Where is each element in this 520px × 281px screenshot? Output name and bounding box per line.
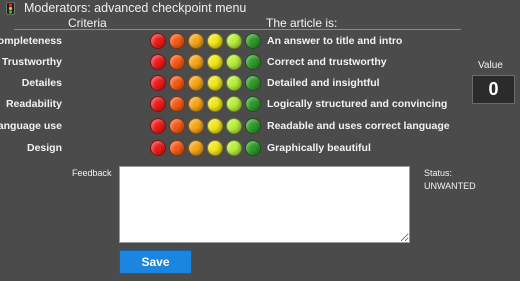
- rating-dot-5[interactable]: [226, 33, 242, 49]
- criteria-label: Completeness: [0, 35, 62, 47]
- rating-dot-2[interactable]: [169, 75, 185, 91]
- rating-scale: [150, 75, 262, 93]
- criteria-label: Design: [26, 142, 62, 154]
- rating-dot-4[interactable]: [207, 96, 223, 112]
- rating-scale: [150, 54, 262, 72]
- rating-dot-4[interactable]: [207, 75, 223, 91]
- value-label: Value: [478, 60, 503, 71]
- criteria-description: Correct and trustworthy: [267, 56, 387, 68]
- criteria-description: Logically structured and convincing: [267, 98, 448, 110]
- rating-dot-1[interactable]: [150, 54, 166, 70]
- header-divider: [14, 29, 461, 30]
- rating-dot-2[interactable]: [169, 140, 185, 156]
- rating-dot-5[interactable]: [226, 75, 242, 91]
- rating-dot-6[interactable]: [245, 96, 261, 112]
- rating-dot-5[interactable]: [226, 96, 242, 112]
- criteria-header: Criteria: [68, 16, 107, 30]
- rating-scale: [150, 118, 262, 136]
- criteria-row: Readability Logically structured and conv…: [0, 95, 470, 115]
- criteria-row: Completeness An answer to title and intro: [0, 32, 470, 52]
- rating-dot-2[interactable]: [169, 118, 185, 134]
- criteria-row: Trustworthy Correct and trustworthy: [0, 53, 470, 73]
- rating-dot-4[interactable]: [207, 33, 223, 49]
- traffic-light-icon: [6, 2, 15, 15]
- rating-dot-3[interactable]: [188, 118, 204, 134]
- criteria-description: Graphically beautiful: [267, 142, 371, 154]
- criteria-description: An answer to title and intro: [267, 35, 403, 47]
- criteria-label: Detailes: [21, 77, 62, 89]
- feedback-textarea[interactable]: [119, 166, 410, 243]
- value-display: 0: [472, 75, 515, 104]
- rating-dot-4[interactable]: [207, 54, 223, 70]
- rating-dot-2[interactable]: [169, 96, 185, 112]
- rating-dot-2[interactable]: [169, 54, 185, 70]
- rating-dot-3[interactable]: [188, 54, 204, 70]
- criteria-label: Language use: [0, 120, 62, 132]
- article-header: The article is:: [266, 16, 338, 30]
- rating-dot-5[interactable]: [226, 54, 242, 70]
- criteria-label: Trustworthy: [1, 56, 62, 68]
- rating-dot-4[interactable]: [207, 118, 223, 134]
- rating-dot-1[interactable]: [150, 33, 166, 49]
- checkpoint-panel: Moderators: advanced checkpoint menu Cri…: [0, 0, 520, 281]
- rating-dot-4[interactable]: [207, 140, 223, 156]
- feedback-label: Feedback: [72, 168, 112, 178]
- rating-dot-5[interactable]: [226, 118, 242, 134]
- criteria-row: Language use Readable and uses correct la…: [0, 117, 470, 137]
- criteria-row: Detailes Detailed and insightful: [0, 74, 470, 94]
- status-label: Status:: [424, 168, 453, 178]
- rating-dot-1[interactable]: [150, 96, 166, 112]
- rating-scale: [150, 96, 262, 114]
- rating-scale: [150, 140, 262, 158]
- rating-dot-3[interactable]: [188, 75, 204, 91]
- rating-dot-3[interactable]: [188, 33, 204, 49]
- rating-dot-3[interactable]: [188, 140, 204, 156]
- rating-dot-1[interactable]: [150, 75, 166, 91]
- rating-dot-6[interactable]: [245, 140, 261, 156]
- rating-dot-6[interactable]: [245, 118, 261, 134]
- rating-dot-6[interactable]: [245, 33, 261, 49]
- rating-dot-6[interactable]: [245, 54, 261, 70]
- rating-dot-1[interactable]: [150, 140, 166, 156]
- rating-dot-3[interactable]: [188, 96, 204, 112]
- rating-dot-2[interactable]: [169, 33, 185, 49]
- rating-dot-1[interactable]: [150, 118, 166, 134]
- rating-dot-5[interactable]: [226, 140, 242, 156]
- criteria-label: Readability: [5, 98, 62, 110]
- window-title: Moderators: advanced checkpoint menu: [24, 1, 247, 15]
- status-value: UNWANTED: [424, 181, 476, 191]
- criteria-description: Detailed and insightful: [267, 77, 380, 89]
- criteria-row: Design Graphically beautiful: [0, 139, 470, 159]
- title-bar: Moderators: advanced checkpoint menu: [0, 0, 520, 17]
- criteria-description: Readable and uses correct language: [267, 120, 450, 132]
- rating-scale: [150, 33, 262, 51]
- rating-dot-6[interactable]: [245, 75, 261, 91]
- save-button[interactable]: Save: [119, 250, 192, 274]
